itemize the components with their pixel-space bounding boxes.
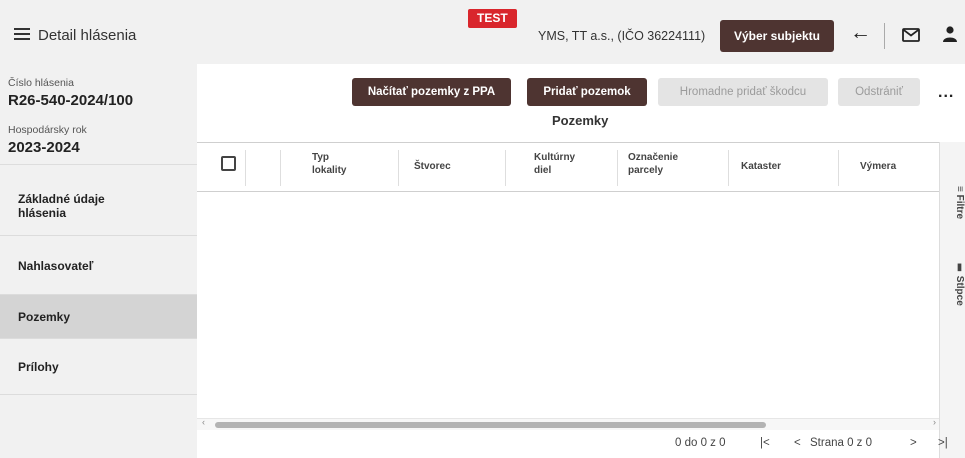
report-number-label: Číslo hlásenia	[8, 77, 74, 89]
columns-tab[interactable]: ▮ Stĺpce	[954, 262, 965, 306]
column-header-line: parcely	[628, 165, 664, 176]
last-page-icon[interactable]: >|	[938, 437, 948, 449]
menu-icon[interactable]	[14, 28, 30, 40]
column-header-line: Štvorec	[414, 161, 451, 172]
first-page-icon[interactable]: |<	[760, 437, 770, 449]
column-header-culture-block[interactable]: Kultúrny diel	[534, 151, 575, 177]
select-subject-button[interactable]: Výber subjektu	[720, 20, 834, 52]
columns-icon: ▮	[954, 262, 965, 273]
column-header-line: Typ	[312, 152, 330, 163]
year-value: 2023-2024	[8, 139, 80, 156]
page-indicator: Strana 0 z 0	[810, 437, 873, 449]
section-title: Pozemky	[552, 113, 609, 128]
scroll-left-icon[interactable]: ‹	[202, 417, 205, 427]
report-number: R26-540-2024/100	[8, 92, 134, 109]
bulk-add-pest-button[interactable]: Hromadne pridať škodcu	[658, 78, 828, 106]
column-divider	[838, 150, 839, 186]
test-badge: TEST	[468, 9, 517, 28]
sidebar-item-label: Prílohy	[18, 359, 59, 374]
filters-tab[interactable]: ≡ Filtre	[954, 186, 965, 219]
sidebar-nav: Základné údaje hlásenia Nahlasovateľ Poz…	[0, 164, 197, 458]
sidebar-item-label: Pozemky	[18, 309, 71, 324]
prev-page-icon[interactable]: <	[794, 437, 801, 449]
pager-summary: 0 do 0 z 0	[675, 437, 726, 449]
back-arrow-icon[interactable]: ←	[850, 21, 871, 45]
columns-tab-label: Stĺpce	[954, 275, 965, 306]
more-options-icon[interactable]: ...	[938, 84, 954, 102]
scroll-right-icon[interactable]: ›	[933, 417, 936, 427]
subject-label: YMS, TT a.s., (IČO 36224111)	[538, 29, 706, 43]
year-label: Hospodársky rok	[8, 124, 87, 136]
page-title: Detail hlásenia	[38, 27, 137, 44]
sidebar-item-label: Nahlasovateľ	[18, 258, 94, 273]
add-parcel-button[interactable]: Pridať pozemok	[527, 78, 647, 106]
column-header-parcel-id[interactable]: Označenie parcely	[628, 151, 696, 177]
column-header-line: diel	[534, 165, 552, 176]
filters-tab-label: Filtre	[954, 194, 965, 220]
filter-icon: ≡	[954, 186, 965, 192]
column-header-line: Označenie	[628, 152, 679, 163]
select-all-checkbox[interactable]	[221, 156, 236, 171]
header-divider	[884, 23, 885, 49]
user-icon[interactable]	[942, 25, 958, 48]
column-header-location-type[interactable]: Typ lokality	[312, 151, 346, 177]
sidebar-item-basic-info[interactable]: Základné údaje hlásenia	[0, 177, 197, 236]
sidebar-item-attachments[interactable]: Prílohy	[0, 339, 197, 395]
column-header-line: Kultúrny	[534, 152, 576, 163]
column-divider	[617, 150, 618, 186]
column-header-cadastre[interactable]: Kataster	[741, 160, 781, 173]
column-header-line: lokality	[312, 165, 347, 176]
column-divider	[398, 150, 399, 186]
sidebar-item-parcels[interactable]: Pozemky	[0, 295, 197, 339]
sidebar-item-label: Základné údaje hlásenia	[18, 192, 105, 220]
column-divider	[505, 150, 506, 186]
remove-button[interactable]: Odstrániť	[838, 78, 920, 106]
horizontal-scrollbar[interactable]: ‹ ›	[197, 417, 939, 430]
sidebar-item-reporter[interactable]: Nahlasovateľ	[0, 237, 197, 295]
load-parcels-button[interactable]: Načítať pozemky z PPA	[352, 78, 511, 106]
column-header-square[interactable]: Štvorec	[414, 160, 451, 173]
mail-icon[interactable]	[902, 28, 920, 47]
scrollbar-thumb[interactable]	[215, 422, 766, 428]
column-header-line: Kataster	[741, 161, 782, 172]
column-divider	[280, 150, 281, 186]
column-divider	[245, 150, 246, 186]
report-info: Číslo hlásenia R26-540-2024/100 Hospodár…	[0, 64, 197, 164]
column-header-line: Výmera	[860, 161, 897, 172]
next-page-icon[interactable]: >	[910, 437, 917, 449]
column-divider	[728, 150, 729, 186]
column-header-area[interactable]: Výmera	[860, 160, 896, 173]
